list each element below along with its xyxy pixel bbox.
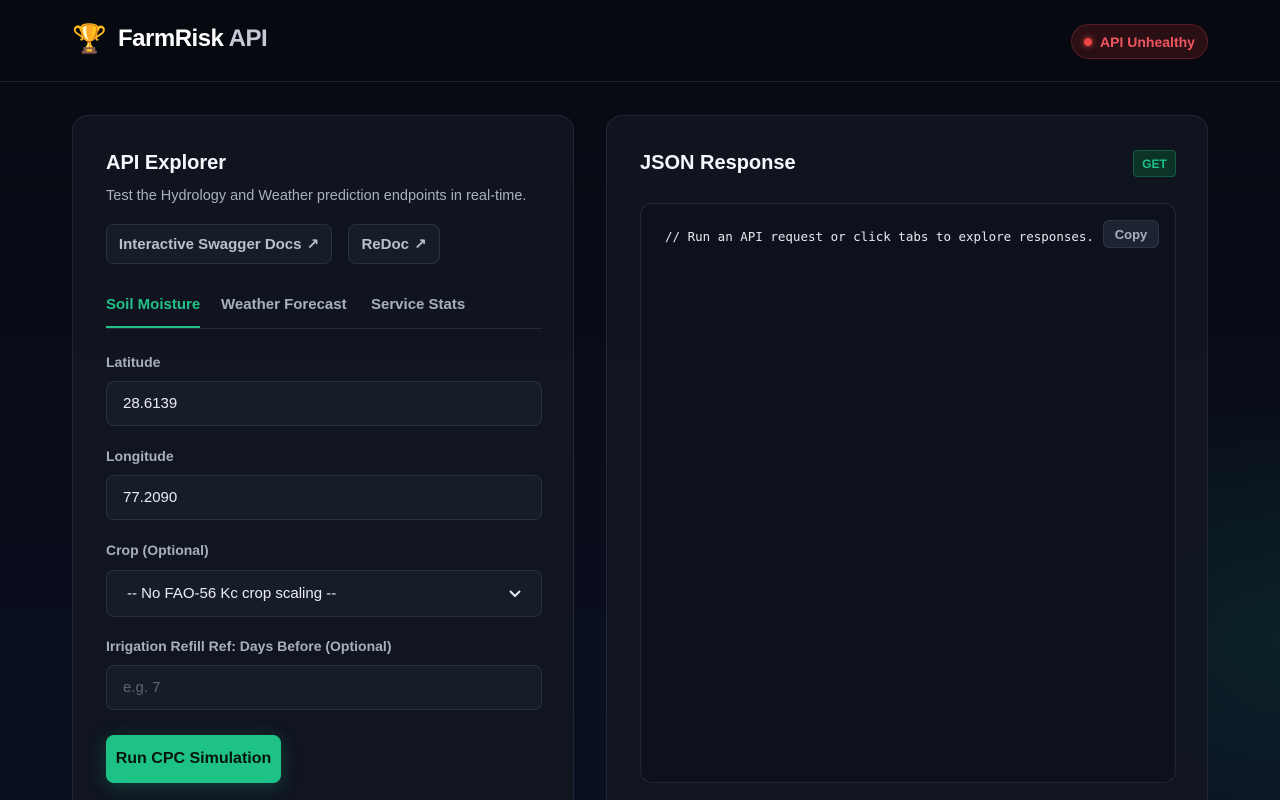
tab-service-stats[interactable]: Service Stats [371, 296, 465, 328]
latitude-input[interactable] [106, 381, 542, 426]
refill-label: Irrigation Refill Ref: Days Before (Opti… [106, 638, 392, 654]
crop-label: Crop (Optional) [106, 542, 209, 558]
longitude-label: Longitude [106, 448, 174, 464]
swagger-docs-label: Interactive Swagger Docs [118, 235, 302, 253]
redoc-label: ReDoc [361, 235, 409, 253]
latitude-label: Latitude [106, 354, 161, 370]
api-status-badge: API Unhealthy [1071, 24, 1208, 59]
api-explorer-panel: API Explorer Test the Hydrology and Weat… [72, 115, 574, 800]
json-response-panel: JSON Response GET // Run an API request … [606, 115, 1208, 800]
swagger-docs-link[interactable]: Interactive Swagger Docs ↗ [106, 224, 332, 264]
response-title: JSON Response [640, 152, 796, 174]
refill-days-input[interactable] [106, 665, 542, 710]
http-method-badge: GET [1133, 150, 1176, 177]
endpoint-tabs: Soil Moisture Weather Forecast Service S… [106, 288, 542, 329]
crop-select[interactable]: -- No FAO-56 Kc crop scaling -- [106, 570, 542, 617]
explorer-subtitle: Test the Hydrology and Weather predictio… [106, 188, 527, 204]
tab-weather-forecast[interactable]: Weather Forecast [221, 296, 347, 328]
run-simulation-button[interactable]: Run CPC Simulation [106, 735, 281, 783]
brand-name: FarmRisk API [118, 25, 268, 52]
copy-button[interactable]: Copy [1103, 220, 1159, 248]
explorer-title: API Explorer [106, 152, 227, 174]
app-header: 🏆 FarmRisk API API Unhealthy [0, 0, 1280, 82]
brand[interactable]: 🏆 FarmRisk API [72, 22, 268, 56]
external-link-icon: ↗ [306, 236, 320, 253]
status-dot-icon [1084, 37, 1093, 46]
redoc-link[interactable]: ReDoc ↗ [348, 224, 440, 264]
crop-selected-value: -- No FAO-56 Kc crop scaling -- [127, 585, 337, 602]
api-status-label: API Unhealthy [1100, 33, 1195, 50]
json-output-text: // Run an API request or click tabs to e… [665, 229, 1094, 244]
longitude-input[interactable] [106, 475, 542, 520]
trophy-icon: 🏆 [72, 23, 107, 54]
external-link-icon: ↗ [413, 236, 427, 253]
json-output-box[interactable]: // Run an API request or click tabs to e… [640, 203, 1176, 783]
tab-soil-moisture[interactable]: Soil Moisture [106, 296, 201, 328]
chevron-down-icon [509, 589, 521, 597]
